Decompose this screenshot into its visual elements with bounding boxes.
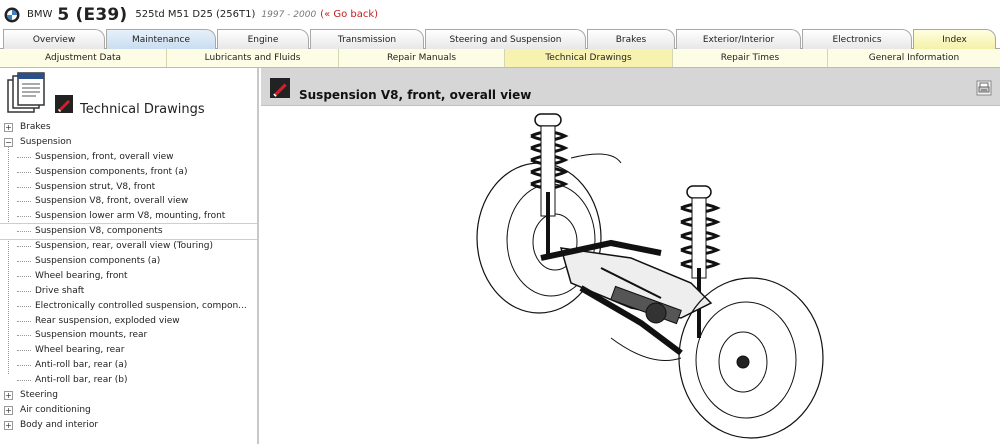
- tree-node-body-interior[interactable]: + Body and interior: [0, 418, 257, 433]
- expand-icon[interactable]: +: [4, 405, 13, 415]
- expand-icon[interactable]: +: [4, 391, 13, 401]
- subtab-adjustment-data[interactable]: Adjustment Data: [0, 49, 167, 67]
- tree-connector: [17, 350, 31, 352]
- drawing-pen-icon: [55, 95, 73, 113]
- tree-leaf-label[interactable]: Rear suspension, exploded view: [35, 316, 180, 326]
- tree-connector: [17, 335, 31, 337]
- tree-leaf[interactable]: Anti-roll bar, rear (a): [0, 358, 257, 373]
- tree-leaf[interactable]: Suspension mounts, rear: [0, 328, 257, 343]
- tab-index[interactable]: Index: [913, 29, 996, 49]
- tree-leaf-selected[interactable]: Suspension V8, components: [0, 223, 257, 241]
- subtab-lubricants-fluids[interactable]: Lubricants and Fluids: [167, 49, 339, 67]
- tab-steering-suspension[interactable]: Steering and Suspension: [425, 29, 586, 49]
- tree-leaf-label[interactable]: Anti-roll bar, rear (b): [35, 375, 128, 385]
- tree-leaf[interactable]: Electronically controlled suspension, co…: [0, 299, 257, 314]
- tree-connector: [17, 275, 31, 277]
- drawing-title: Suspension V8, front, overall view: [299, 88, 532, 102]
- tree-connector: [17, 290, 31, 292]
- subtab-repair-manuals[interactable]: Repair Manuals: [339, 49, 505, 67]
- tree-leaf-label[interactable]: Suspension lower arm V8, mounting, front: [35, 211, 225, 221]
- sidebar-header: Technical Drawings: [0, 68, 257, 120]
- vehicle-years: 1997 - 2000: [261, 9, 317, 20]
- main-tabs: Overview Maintenance Engine Transmission…: [0, 29, 1000, 49]
- tree-leaf-label[interactable]: Wheel bearing, front: [35, 271, 128, 281]
- tree-leaf-label[interactable]: Suspension strut, V8, front: [35, 182, 155, 192]
- print-icon[interactable]: [976, 80, 992, 96]
- sub-tabs: Adjustment Data Lubricants and Fluids Re…: [0, 49, 1000, 68]
- tab-engine[interactable]: Engine: [217, 29, 309, 49]
- tree-leaf-label[interactable]: Drive shaft: [35, 286, 84, 296]
- tree-leaf-label[interactable]: Suspension, front, overall view: [35, 152, 174, 162]
- vehicle-model: 5 (E39): [57, 4, 128, 25]
- tree-node-air-conditioning[interactable]: + Air conditioning: [0, 403, 257, 418]
- tree-leaf[interactable]: Suspension, front, overall view: [0, 150, 257, 165]
- tab-maintenance[interactable]: Maintenance: [106, 29, 216, 49]
- tree-connector: [17, 171, 31, 173]
- tree-leaf[interactable]: Suspension components, front (a): [0, 165, 257, 180]
- sidebar: Technical Drawings + Brakes − Suspension…: [0, 68, 259, 444]
- tree-node-label[interactable]: Brakes: [20, 122, 51, 132]
- tree-node-label[interactable]: Body and interior: [20, 420, 98, 430]
- tree-leaf-label[interactable]: Anti-roll bar, rear (a): [35, 360, 127, 370]
- drawing-header: Suspension V8, front, overall view: [261, 68, 1000, 106]
- documents-icon: [7, 72, 45, 113]
- suspension-drawing: [476, 113, 824, 439]
- drawing-tree: + Brakes − Suspension Suspension, front,…: [0, 120, 257, 433]
- tree-connector: [17, 156, 31, 158]
- tree-leaf-label[interactable]: Suspension V8, components: [35, 226, 163, 236]
- tree-leaf[interactable]: Suspension components (a): [0, 254, 257, 269]
- tree-connector: [17, 365, 31, 367]
- tree-leaf[interactable]: Wheel bearing, front: [0, 269, 257, 284]
- collapse-icon[interactable]: −: [4, 137, 13, 147]
- title-bar: BMW 5 (E39) 525td M51 D25 (256T1) 1997 -…: [0, 0, 1000, 29]
- expand-icon[interactable]: +: [4, 123, 13, 132]
- drawing-pen-icon: [270, 78, 290, 98]
- tree-leaf-label[interactable]: Suspension components, front (a): [35, 167, 187, 177]
- tree-node-suspension[interactable]: − Suspension: [0, 135, 257, 150]
- tab-electronics[interactable]: Electronics: [802, 29, 912, 49]
- tree-leaf[interactable]: Rear suspension, exploded view: [0, 314, 257, 329]
- tree-connector: [17, 261, 31, 263]
- tree-leaf-label[interactable]: Suspension, rear, overall view (Touring): [35, 241, 213, 251]
- tree-connector: [17, 186, 31, 188]
- tree-connector: [17, 246, 31, 248]
- tree-leaf-label[interactable]: Electronically controlled suspension, co…: [35, 301, 247, 311]
- tab-overview[interactable]: Overview: [3, 29, 105, 49]
- tree-leaf[interactable]: Anti-roll bar, rear (b): [0, 373, 257, 388]
- tree-connector: [17, 231, 31, 233]
- tree-connector: [17, 320, 31, 322]
- tree-leaf-label[interactable]: Wheel bearing, rear: [35, 345, 124, 355]
- drawing-panel: Suspension V8, front, overall view: [261, 68, 1000, 444]
- tree-node-label[interactable]: Air conditioning: [20, 405, 91, 415]
- tree-connector: [17, 201, 31, 203]
- tree-leaf-label[interactable]: Suspension mounts, rear: [35, 330, 147, 340]
- tree-leaf[interactable]: Drive shaft: [0, 284, 257, 299]
- tree-leaf[interactable]: Suspension lower arm V8, mounting, front: [0, 209, 257, 224]
- tree-leaf[interactable]: Wheel bearing, rear: [0, 343, 257, 358]
- vehicle-make: BMW: [27, 9, 53, 20]
- tree-leaf[interactable]: Suspension strut, V8, front: [0, 180, 257, 195]
- tree-leaf-label[interactable]: Suspension V8, front, overall view: [35, 196, 188, 206]
- bmw-logo-icon: [4, 7, 20, 22]
- tree-leaf[interactable]: Suspension V8, front, overall view: [0, 194, 257, 209]
- tab-brakes[interactable]: Brakes: [587, 29, 675, 49]
- tree-node-label[interactable]: Steering: [20, 390, 58, 400]
- tree-node-brakes[interactable]: + Brakes: [0, 120, 257, 135]
- subtab-general-information[interactable]: General Information: [828, 49, 1000, 67]
- sidebar-title: Technical Drawings: [80, 102, 205, 117]
- tree-node-steering[interactable]: + Steering: [0, 388, 257, 403]
- tree-connector: [17, 380, 31, 382]
- vehicle-engine: 525td M51 D25 (256T1): [135, 9, 256, 20]
- tree-leaf-label[interactable]: Suspension components (a): [35, 256, 160, 266]
- subtab-repair-times[interactable]: Repair Times: [673, 49, 828, 67]
- tab-transmission[interactable]: Transmission: [310, 29, 424, 49]
- tab-exterior-interior[interactable]: Exterior/Interior: [676, 29, 801, 49]
- expand-icon[interactable]: +: [4, 420, 13, 430]
- tree-node-label[interactable]: Suspension: [20, 137, 71, 147]
- tree-connector: [17, 305, 31, 307]
- tree-leaf[interactable]: Suspension, rear, overall view (Touring): [0, 239, 257, 254]
- subtab-technical-drawings[interactable]: Technical Drawings: [505, 49, 673, 67]
- go-back-link[interactable]: (« Go back): [320, 9, 378, 20]
- tree-connector: [17, 216, 31, 218]
